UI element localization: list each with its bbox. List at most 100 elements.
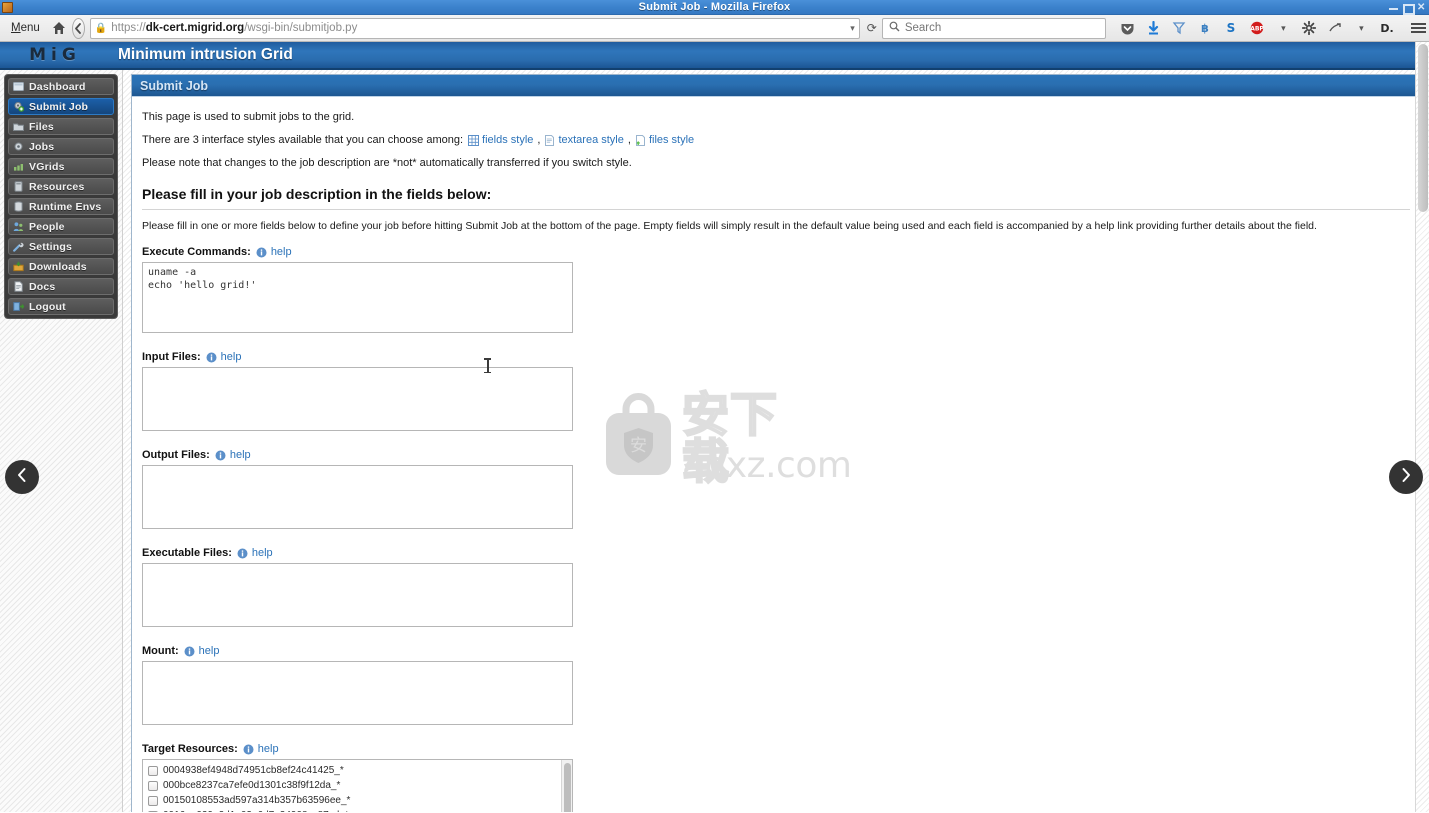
hamburger-menu-icon[interactable] [1410,23,1426,33]
sidebar-item-downloads[interactable]: Downloads [8,258,114,275]
window-titlebar: Submit Job - Mozilla Firefox ✕ [0,0,1429,15]
submit-job-card: Submit Job This page is used to submit j… [131,74,1421,812]
list-item[interactable]: 000bce8237ca7efe0d1301c38f9f12da_* [148,778,572,793]
sidebar-item-files[interactable]: Files [8,118,114,135]
list-item-label: 00150108553ad597a314b357b63596ee_* [163,795,351,807]
ghost-extension-icon[interactable] [1327,20,1344,37]
sidebar-item-logout[interactable]: Logout [8,298,114,315]
sidebar-item-people[interactable]: People [8,218,114,235]
funnel-filter-icon[interactable] [1171,20,1188,37]
window-buttons: ✕ [1389,2,1426,15]
pocket-icon[interactable] [1119,20,1136,37]
next-page-button[interactable] [1389,460,1423,494]
sidebar-item-label: Downloads [29,260,87,273]
help-link[interactable]: help [258,743,279,755]
help-link[interactable]: help [221,351,242,363]
list-item[interactable]: 00150108553ad597a314b357b63596ee_* [148,793,572,808]
field-label-text: Executable Files: [142,547,232,560]
field-input-files: Input Files: help [142,351,1410,436]
dashboard-icon [13,81,24,92]
output-files-textarea[interactable] [142,465,573,530]
chevron-down-icon[interactable]: ▾ [1275,20,1292,37]
listbox-scrollbar-thumb[interactable] [564,763,571,812]
field-label-text: Mount: [142,645,179,658]
info-icon [215,450,226,461]
prev-page-button[interactable] [5,460,39,494]
list-item[interactable]: 0004938ef4948d74951cb8ef24c41425_* [148,763,572,778]
docs-icon [13,281,24,292]
svg-text:฿: ฿ [1202,22,1210,35]
close-button[interactable]: ✕ [1417,2,1426,12]
list-item-label: 0016ae029e2d1a03e6d7a34908cc87cd_* [163,810,349,812]
downloads-icon[interactable] [1145,20,1162,37]
fields-style-link[interactable]: fields style [482,134,533,148]
input-files-textarea[interactable] [142,367,573,432]
url-text: https://dk-cert.migrid.org/wsgi-bin/subm… [111,22,846,34]
page-title: Minimum intrusion Grid [118,46,293,63]
executable-files-textarea[interactable] [142,563,573,628]
chevron-down-icon[interactable]: ▾ [1353,20,1370,37]
page-scrollbar-thumb[interactable] [1418,44,1428,212]
chevron-right-icon [1399,467,1413,488]
search-input[interactable]: Search [905,22,941,34]
checkbox[interactable] [148,810,158,812]
back-button[interactable] [71,17,85,39]
sidebar-item-docs[interactable]: Docs [8,278,114,295]
help-link[interactable]: help [252,547,273,559]
sidebar-item-dashboard[interactable]: Dashboard [8,78,114,95]
gear-icon[interactable] [1301,20,1318,37]
adblock-plus-icon[interactable]: ABP [1249,20,1266,37]
checkbox[interactable] [148,795,158,806]
sidebar-item-label: Jobs [29,140,55,153]
sidebar-item-label: Settings [29,240,73,253]
mig-logo[interactable]: MiG [0,45,110,65]
list-item-label: 0004938ef4948d74951cb8ef24c41425_* [163,765,344,777]
help-link[interactable]: help [199,645,220,657]
table-grid-icon [468,135,480,147]
list-item[interactable]: 0016ae029e2d1a03e6d7a34908cc87cd_* [148,808,572,812]
sidebar-item-label: Resources [29,180,85,193]
card-body: This page is used to submit jobs to the … [132,97,1420,812]
sidebar-item-label: Logout [29,300,66,313]
mount-textarea[interactable] [142,661,573,726]
url-scheme: https:// [111,22,146,34]
search-bar[interactable]: Search [881,17,1106,39]
field-output-files: Output Files: help [142,449,1410,534]
svg-text:S: S [1227,21,1236,35]
sidebar-item-settings[interactable]: Settings [8,238,114,255]
chevron-down-icon[interactable]: ▾ [850,23,855,34]
disconnect-icon[interactable]: D. [1379,20,1396,37]
sidebar-item-label: People [29,220,65,233]
sidebar-item-runtime-envs[interactable]: Runtime Envs [8,198,114,215]
textarea-style-link[interactable]: textarea style [558,134,623,148]
sidebar-item-label: Files [29,120,54,133]
browser-menu-button[interactable]: Menu [5,20,46,36]
sidebar-item-vgrids[interactable]: VGrids [8,158,114,175]
sidebar-item-label: Dashboard [29,80,86,93]
home-icon[interactable] [51,20,67,36]
page-body: Dashboard Submit Job Files Jobs VGrids R… [0,70,1429,812]
help-link[interactable]: help [230,449,251,461]
skype-icon[interactable]: S [1223,20,1240,37]
maximize-button[interactable] [1403,3,1415,15]
url-bar[interactable]: 🔒 https://dk-cert.migrid.org/wsgi-bin/su… [89,17,860,39]
sidebar-item-resources[interactable]: Resources [8,178,114,195]
bitcoin-icon[interactable]: ฿ [1197,20,1214,37]
style-switch-note: Please note that changes to the job desc… [142,156,632,169]
files-style-link[interactable]: files style [649,134,694,148]
checkbox[interactable] [148,765,158,776]
sidebar-item-submit-job[interactable]: Submit Job [8,98,114,115]
list-item-label: 000bce8237ca7efe0d1301c38f9f12da_* [163,780,341,792]
style-chooser-label: There are 3 interface styles available t… [142,133,464,146]
minimize-button[interactable] [1389,3,1398,12]
checkbox[interactable] [148,780,158,791]
sidebar-item-jobs[interactable]: Jobs [8,138,114,155]
info-icon [206,352,217,363]
reload-icon[interactable]: ⟳ [867,21,877,35]
help-link[interactable]: help [271,246,292,258]
page-scrollbar[interactable] [1415,42,1429,812]
submit-job-icon [13,101,25,112]
target-resources-listbox[interactable]: 0004938ef4948d74951cb8ef24c41425_* 000bc… [142,759,573,812]
listbox-scrollbar[interactable] [561,760,572,812]
execute-commands-textarea[interactable] [142,262,573,334]
